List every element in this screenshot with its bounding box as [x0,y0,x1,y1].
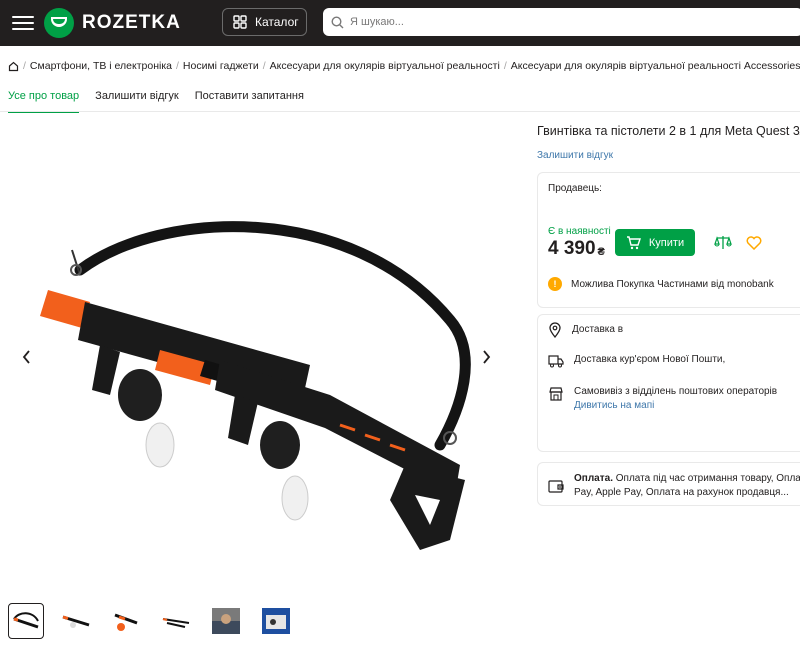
thumbnail[interactable] [158,603,194,639]
installment-info[interactable]: ! Можлива Покупка Частинами від monobank [548,277,774,291]
stock-status: Є в наявності [548,226,611,237]
payment-line1: Оплата під час отримання товару, Оплата … [615,473,800,484]
catalog-label: Каталог [255,15,299,29]
menu-icon[interactable] [12,12,34,34]
cart-icon [626,235,641,249]
buy-label: Купити [648,236,685,249]
thumbnail[interactable] [258,603,294,639]
breadcrumb-item[interactable]: Аксесуари для окулярів віртуальної реаль… [270,60,500,72]
location-pin-icon [549,322,561,338]
thumbnail-strip [8,603,294,639]
breadcrumb: / Смартфони, ТВ і електроніка / Носимі г… [8,60,800,72]
truck-icon [548,355,564,368]
info-coin-icon: ! [548,277,562,291]
breadcrumb-item[interactable]: Аксесуари для окулярів віртуальної реаль… [511,60,800,72]
rozetka-logo-icon [44,8,74,38]
breadcrumb-item[interactable]: Носимі гаджети [183,60,259,72]
tab-all-about[interactable]: Усе про товар [8,90,80,113]
catalog-grid-icon [233,15,247,29]
currency-symbol: ₴ [597,246,605,258]
top-header: ROZETKA Каталог [0,0,800,46]
pickup-text: Самовивіз з відділень поштових операторі… [574,386,778,397]
price-value: 4 390 [548,238,596,259]
delivery-pickup: Самовивіз з відділень поштових операторі… [548,386,777,411]
search-box [323,8,800,36]
rozetka-logo[interactable]: ROZETKA [44,8,181,38]
price: 4 390 ₴ [548,238,605,260]
payment-line2: Pay, Apple Pay, Оплата на рахунок продав… [574,487,789,498]
delivery-location[interactable]: Доставка в [548,322,623,338]
delivery-courier: Доставка кур'єром Нової Пошти, [548,354,725,368]
thumbnail[interactable] [58,603,94,639]
seller-label: Продавець: [548,183,602,194]
search-input[interactable] [350,16,770,28]
courier-text: Доставка кур'єром Нової Пошти, [574,354,726,365]
tab-leave-review[interactable]: Залишити відгук [95,90,179,113]
product-title: Гвинтівка та пістолети 2 в 1 для Meta Qu… [537,124,800,138]
heart-icon [746,236,762,250]
buy-button[interactable]: Купити [615,229,695,256]
search-icon [331,15,344,28]
wallet-icon [548,480,564,493]
tabs-divider [0,111,800,112]
thumbnail[interactable] [208,603,244,639]
payment-info: Оплата. Оплата під час отримання товару,… [548,472,800,500]
catalog-button[interactable]: Каталог [222,8,307,36]
logo-text: ROZETKA [82,12,181,33]
compare-button[interactable] [712,232,734,254]
compare-scales-icon [714,236,732,249]
payment-label: Оплата. [574,473,613,484]
home-icon[interactable] [8,61,19,72]
thumbnail[interactable] [8,603,44,639]
store-icon [549,387,563,401]
tab-ask-question[interactable]: Поставити запитання [195,90,304,113]
delivery-title: Доставка в [572,324,624,335]
product-tabs: Усе про товар Залишити відгук Поставити … [8,90,304,113]
product-image[interactable] [10,180,530,580]
thumbnail[interactable] [108,603,144,639]
wishlist-button[interactable] [743,232,765,254]
installment-text: Можлива Покупка Частинами від monobank [571,278,774,290]
map-link[interactable]: Дивитись на мапі [574,400,777,411]
leave-review-link[interactable]: Залишити відгук [537,150,613,161]
breadcrumb-item[interactable]: Смартфони, ТВ і електроніка [30,60,172,72]
